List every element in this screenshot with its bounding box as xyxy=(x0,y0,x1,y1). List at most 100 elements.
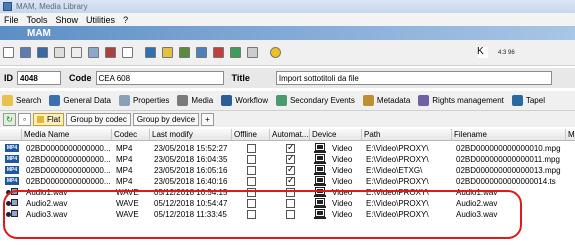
group-by-device-button[interactable]: Group by device xyxy=(132,112,200,126)
col-offline-header[interactable]: Offline xyxy=(232,129,270,141)
cell-path: E:\Video\PROXY\ xyxy=(366,155,429,164)
col-automatic-header[interactable]: Automat... xyxy=(270,129,310,141)
tab-rights-management-label: Rights management xyxy=(432,96,504,105)
copy-icon[interactable] xyxy=(71,47,82,58)
col-media-name-header[interactable]: Media Name xyxy=(22,129,112,141)
group-by-codec-button[interactable]: Group by codec xyxy=(66,112,131,126)
media-icon xyxy=(177,95,189,106)
banner-title: MAM xyxy=(27,27,51,39)
tab-workflow-label: Workflow xyxy=(235,96,268,105)
video-file-icon: MP4 xyxy=(5,155,19,163)
add-grouping-button[interactable]: + xyxy=(201,112,214,126)
cell-codec: MP4 xyxy=(116,177,133,186)
automatic-checkbox[interactable] xyxy=(286,165,295,175)
new-document-icon[interactable] xyxy=(3,47,14,58)
video-file-icon: MP4 xyxy=(5,144,19,152)
grid-icon[interactable] xyxy=(196,47,207,58)
tab-general-data[interactable]: General Data xyxy=(49,95,111,106)
col-icon-header[interactable] xyxy=(0,129,22,141)
menu-bar: File Tools Show Utilities ? xyxy=(0,13,575,26)
filter-icon[interactable]: ▫ xyxy=(18,112,31,126)
id-label: ID xyxy=(4,73,13,83)
video-file-icon: MP4 xyxy=(5,177,19,185)
col-codec-header[interactable]: Codec xyxy=(112,129,150,141)
tools-icon[interactable] xyxy=(145,47,156,58)
col-m-header[interactable]: M xyxy=(566,129,575,141)
menu-show[interactable]: Show xyxy=(52,15,83,25)
undo-icon[interactable] xyxy=(54,47,65,58)
cell-last-modify: 23/05/2018 16:40:16 xyxy=(154,177,228,186)
table-row[interactable]: MP4 02BD0000000000000... MP4 23/05/2018 16:… xyxy=(0,176,575,187)
offline-checkbox[interactable] xyxy=(247,144,256,153)
section-tabs: Search General Data Properties Media Wor… xyxy=(0,91,575,111)
record-icon[interactable] xyxy=(213,47,224,58)
menu-tools[interactable]: Tools xyxy=(23,15,52,25)
tab-search[interactable]: Search xyxy=(2,95,41,106)
tab-metadata-label: Metadata xyxy=(376,96,411,105)
flat-icon xyxy=(37,115,44,123)
title-label: Title xyxy=(231,73,250,83)
delete-icon[interactable] xyxy=(105,47,116,58)
col-filename-header[interactable]: Filename xyxy=(452,129,566,141)
tab-secondary-events[interactable]: Secondary Events xyxy=(275,95,355,106)
cell-last-modify: 23/05/2018 16:04:35 xyxy=(154,155,228,164)
tab-rights-management[interactable]: Rights management xyxy=(418,95,504,106)
folder-icon[interactable] xyxy=(162,47,173,58)
help-icon[interactable]: K xyxy=(477,47,488,58)
monitor-icon[interactable] xyxy=(230,47,241,58)
metadata-icon xyxy=(362,95,374,106)
cell-path: E:\Video\PROXY\ xyxy=(366,144,429,153)
device-icon xyxy=(314,165,326,176)
tab-metadata[interactable]: Metadata xyxy=(362,95,411,106)
tab-general-data-label: General Data xyxy=(63,96,111,105)
automatic-checkbox[interactable] xyxy=(286,143,295,153)
rights-management-icon xyxy=(418,95,430,106)
edit-icon[interactable] xyxy=(20,47,31,58)
print-icon[interactable] xyxy=(122,47,133,58)
menu-file[interactable]: File xyxy=(0,15,23,25)
record-header: ID 4048 Code CEA 608 Title Import sottot… xyxy=(0,68,575,88)
duplicate-icon[interactable] xyxy=(88,47,99,58)
tab-properties[interactable]: Properties xyxy=(118,95,170,106)
automatic-checkbox[interactable] xyxy=(286,154,295,164)
save-icon[interactable] xyxy=(37,47,48,58)
cell-media-name: 02BD0000000000000... xyxy=(26,144,111,153)
menu-help[interactable]: ? xyxy=(119,15,132,25)
cell-media-name: 02BD0000000000000... xyxy=(26,177,111,186)
offline-checkbox[interactable] xyxy=(247,177,256,186)
code-field[interactable]: CEA 608 xyxy=(95,71,224,85)
list-icon[interactable] xyxy=(179,47,190,58)
col-path-header[interactable]: Path xyxy=(362,129,452,141)
tab-search-label: Search xyxy=(16,96,42,105)
menu-utilities[interactable]: Utilities xyxy=(82,15,119,25)
automatic-checkbox[interactable] xyxy=(286,176,295,186)
table-row[interactable]: MP4 02BD0000000000000... MP4 23/05/2018 15:… xyxy=(0,143,575,154)
tab-media-label: Media xyxy=(191,96,214,105)
tab-media[interactable]: Media xyxy=(177,95,213,106)
dropdown-icon[interactable] xyxy=(247,47,258,58)
col-last-modify-header[interactable]: Last modify xyxy=(150,129,232,141)
tapes-icon xyxy=(511,95,523,106)
flat-view-label: Flat xyxy=(47,114,61,124)
device-icon xyxy=(314,154,326,165)
tab-properties-label: Properties xyxy=(132,96,170,105)
window-title: MAM, Media Library xyxy=(16,2,88,11)
search-icon xyxy=(2,95,13,106)
tab-workflow[interactable]: Workflow xyxy=(221,95,268,106)
col-device-header[interactable]: Device xyxy=(310,129,362,141)
app-banner: MAM xyxy=(0,26,575,40)
table-row[interactable]: MP4 02BD0000000000000... MP4 23/05/2018 16:… xyxy=(0,154,575,165)
target-icon[interactable] xyxy=(270,47,281,58)
refresh-icon[interactable]: ↻ xyxy=(3,112,16,126)
flat-view-button[interactable]: Flat xyxy=(33,112,65,126)
offline-checkbox[interactable] xyxy=(247,166,256,175)
zoom-label[interactable]: 4:3 96 xyxy=(498,50,515,56)
cell-codec: MP4 xyxy=(116,166,133,175)
general-data-icon xyxy=(49,95,61,106)
title-field[interactable]: Import sottotitoli da file xyxy=(275,71,552,85)
tab-tapes[interactable]: Tapel xyxy=(511,95,545,106)
table-row[interactable]: MP4 02BD0000000000000... MP4 23/05/2018 16:… xyxy=(0,165,575,176)
id-field[interactable]: 4048 xyxy=(17,71,61,85)
cell-filename: 02BD000000000000010.mpg xyxy=(456,144,561,153)
offline-checkbox[interactable] xyxy=(247,155,256,164)
